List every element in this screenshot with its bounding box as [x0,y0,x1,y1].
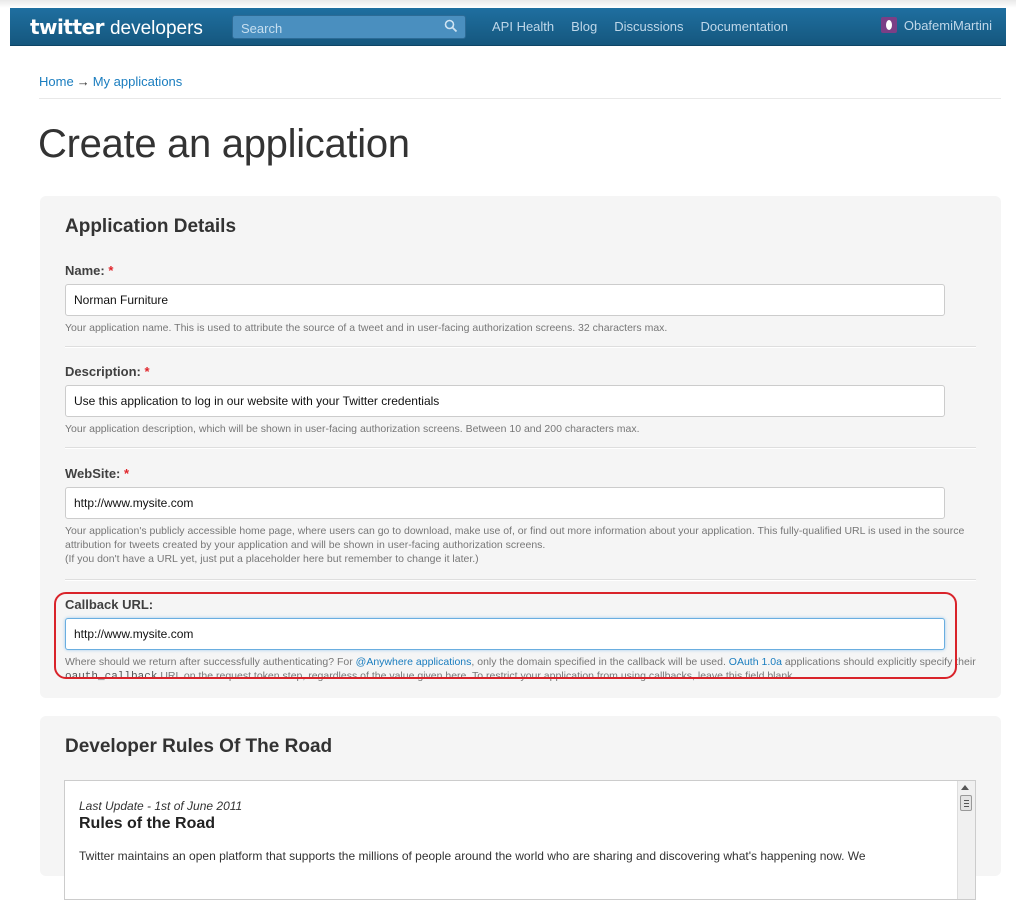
description-label: Description: * [65,364,977,379]
scroll-thumb[interactable] [960,795,972,811]
required-marker: * [108,263,114,278]
description-label-text: Description: [65,364,141,379]
brand-developers-word: developers [109,18,203,39]
website-help-line2: (If you don't have a URL yet, just put a… [65,553,479,565]
nav-links: API Health Blog Discussions Documentatio… [492,19,805,34]
rules-heading: Rules of the Road [79,815,216,832]
description-help-text: Your application description, which will… [65,423,640,435]
top-navbar: twitter developers API Health Blog Discu… [10,8,1006,46]
name-label: Name: * [65,263,977,278]
search-box[interactable] [232,15,466,39]
website-help-text: Your application's publicly accessible h… [65,524,977,566]
username[interactable]: ObafemiMartini [904,18,992,33]
developer-rules-panel: Developer Rules Of The Road Last Update … [40,716,1001,900]
website-help-line1: Your application's publicly accessible h… [65,525,965,551]
required-marker: * [144,364,150,379]
breadcrumb-my-applications[interactable]: My applications [93,74,183,89]
field-divider [65,579,976,581]
page-title: Create an application [38,122,410,166]
search-icon[interactable] [443,18,459,34]
breadcrumb: Home → My applications [39,74,182,89]
breadcrumb-divider [39,98,1001,99]
panel-title: Application Details [65,216,237,237]
page-top-edge [0,0,1016,8]
field-divider [65,346,976,348]
rules-body-text: Twitter maintains an open platform that … [79,849,866,863]
breadcrumb-separator: → [76,74,90,89]
callback-highlight-annotation [54,592,957,679]
description-input[interactable]: Use this application to log in our websi… [65,385,945,417]
rules-last-update: Last Update - 1st of June 2011 [79,799,243,813]
description-field-group: Description: * Use this application to l… [65,364,977,436]
required-marker: * [124,466,130,481]
website-input[interactable]: http://www.mysite.com [65,487,945,519]
name-field-group: Name: * Norman Furniture Your applicatio… [65,263,977,335]
name-input[interactable]: Norman Furniture [65,284,945,316]
rules-scrollbar[interactable] [957,781,975,899]
field-divider [65,447,976,449]
brand-logo[interactable]: twitter developers [30,15,203,39]
nav-link-documentation[interactable]: Documentation [701,19,788,34]
nav-link-discussions[interactable]: Discussions [614,19,683,34]
brand-twitter-word: twitter [30,15,104,39]
website-field-group: WebSite: * http://www.mysite.com Your ap… [65,466,977,566]
breadcrumb-home[interactable]: Home [39,74,74,89]
name-help-text: Your application name. This is used to a… [65,322,668,334]
website-label-text: WebSite: [65,466,121,481]
rules-scroll-box[interactable]: Last Update - 1st of June 2011 Rules of … [64,780,976,900]
rules-panel-title: Developer Rules Of The Road [65,736,333,757]
search-input[interactable] [239,18,439,38]
user-menu[interactable]: ObafemiMartini [880,17,992,33]
nav-link-blog[interactable]: Blog [571,19,597,34]
scroll-up-arrow-icon[interactable] [961,785,969,790]
avatar [880,17,897,33]
name-label-text: Name: [65,263,105,278]
website-label: WebSite: * [65,466,977,481]
nav-link-api-health[interactable]: API Health [492,19,554,34]
